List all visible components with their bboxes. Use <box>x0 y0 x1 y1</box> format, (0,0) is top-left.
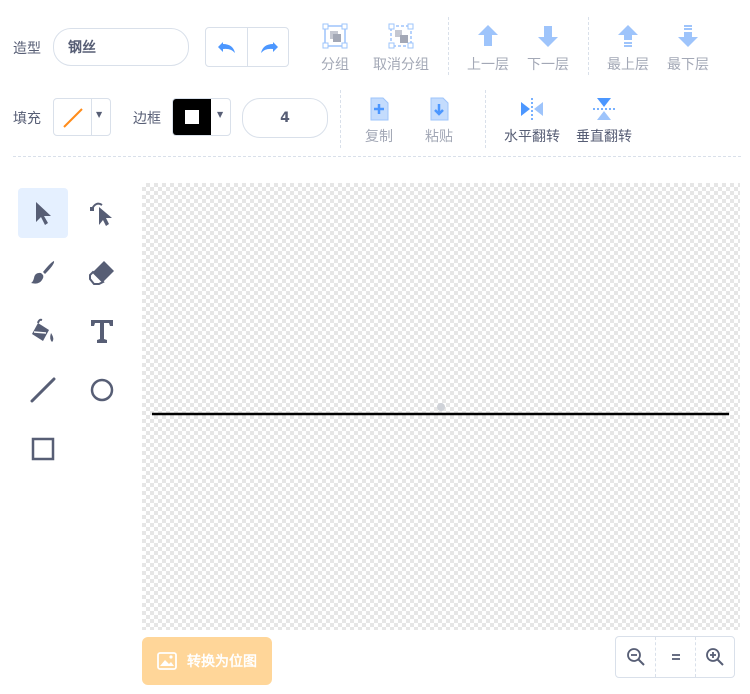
back-button[interactable]: 最下层 <box>665 22 711 74</box>
fill-color-picker[interactable]: ▼ <box>53 98 111 136</box>
select-tool[interactable] <box>18 188 68 238</box>
paste-icon <box>430 97 449 121</box>
line-tool[interactable] <box>18 365 68 415</box>
arrow-to-top-icon <box>618 25 638 47</box>
zoom-controls <box>615 636 735 678</box>
costume-label: 造型 <box>13 41 41 57</box>
image-icon <box>157 652 177 670</box>
costume-name-input[interactable] <box>53 28 189 66</box>
paint-bucket-icon <box>32 318 54 342</box>
fill-tool[interactable] <box>18 306 68 356</box>
group-label: 分组 <box>321 57 349 73</box>
reshape-tool[interactable] <box>77 188 127 238</box>
backward-label: 下一层 <box>527 57 569 73</box>
eraser-tool[interactable] <box>77 247 127 297</box>
back-label: 最下层 <box>667 57 709 73</box>
zoom-in-icon <box>706 648 724 666</box>
text-icon <box>91 320 113 343</box>
undo-icon <box>217 42 235 53</box>
convert-to-bitmap-label: 转换为位图 <box>187 654 257 670</box>
dropdown-caret-icon: ▼ <box>217 110 224 119</box>
copy-label: 复制 <box>365 129 393 145</box>
arrow-down-icon <box>538 26 558 47</box>
text-tool[interactable] <box>77 306 127 356</box>
flip-vertical-label: 垂直翻转 <box>576 129 632 145</box>
flip-horizontal-label: 水平翻转 <box>504 129 560 145</box>
flip-horizontal-icon <box>521 98 543 120</box>
line-shape[interactable] <box>142 183 740 630</box>
group-icon <box>322 23 348 49</box>
outline-color-picker[interactable]: ▼ <box>172 98 231 136</box>
toolbar-divider <box>448 17 449 75</box>
rectangle-tool[interactable] <box>18 424 68 474</box>
zoom-out-icon <box>626 648 645 666</box>
flip-horizontal-button[interactable]: 水平翻转 <box>500 96 564 146</box>
arrow-up-icon <box>478 25 498 46</box>
zoom-reset-button[interactable] <box>656 637 696 677</box>
circle-icon <box>90 378 114 402</box>
outline-label: 边框 <box>133 111 161 127</box>
line-icon <box>30 377 56 403</box>
front-button[interactable]: 最上层 <box>605 22 651 74</box>
undo-redo-group <box>205 27 289 67</box>
paste-button[interactable]: 粘贴 <box>420 96 458 146</box>
outline-swatch <box>173 99 211 135</box>
toolbar-divider <box>588 17 589 75</box>
eraser-icon <box>89 261 114 285</box>
section-divider <box>13 156 741 157</box>
toolbar-divider <box>485 90 486 148</box>
convert-to-bitmap-button[interactable]: 转换为位图 <box>142 637 272 685</box>
fill-label: 填充 <box>13 111 41 127</box>
paste-label: 粘贴 <box>425 129 453 145</box>
arrow-pointer-icon <box>36 202 51 225</box>
outline-width-input[interactable] <box>242 98 328 138</box>
front-label: 最上层 <box>607 57 649 73</box>
copy-icon <box>370 97 389 121</box>
forward-label: 上一层 <box>467 57 509 73</box>
ungroup-button[interactable]: 取消分组 <box>368 22 434 74</box>
undo-button[interactable] <box>206 28 248 66</box>
backward-button[interactable]: 下一层 <box>525 22 571 74</box>
zoom-in-button[interactable] <box>696 637 734 677</box>
forward-button[interactable]: 上一层 <box>465 22 511 74</box>
flip-vertical-icon <box>593 98 615 120</box>
arrow-to-bottom-icon <box>678 25 698 47</box>
redo-icon <box>261 42 278 53</box>
ungroup-label: 取消分组 <box>373 57 429 73</box>
rectangle-icon <box>31 437 55 461</box>
copy-button[interactable]: 复制 <box>360 96 398 146</box>
flip-vertical-button[interactable]: 垂直翻转 <box>572 96 636 146</box>
brush-tool[interactable] <box>18 247 68 297</box>
fill-swatch <box>63 108 83 128</box>
circle-tool[interactable] <box>77 365 127 415</box>
zoom-reset-icon <box>671 654 680 660</box>
dropdown-caret-icon: ▼ <box>96 110 103 119</box>
reshape-icon <box>90 202 112 226</box>
toolbar-divider <box>340 90 341 148</box>
zoom-out-button[interactable] <box>616 637 656 677</box>
brush-icon <box>31 261 55 284</box>
group-button[interactable]: 分组 <box>313 22 357 74</box>
redo-button[interactable] <box>248 28 290 66</box>
ungroup-icon <box>388 23 414 49</box>
paint-canvas[interactable] <box>142 183 740 630</box>
